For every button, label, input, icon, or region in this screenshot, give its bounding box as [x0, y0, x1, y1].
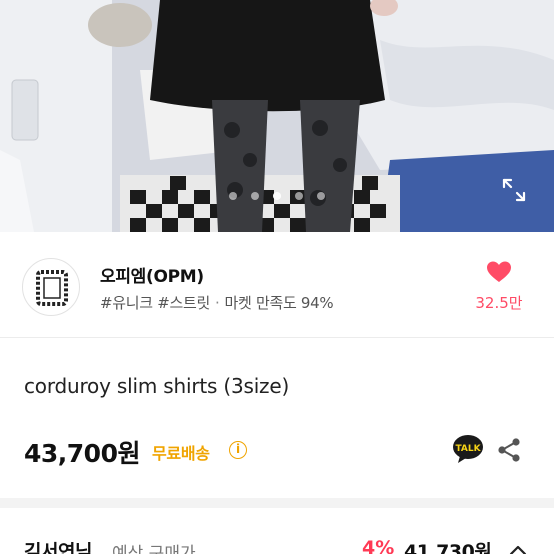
product-title: corduroy slim shirts (3size): [24, 374, 290, 398]
expected-price: 41,730원: [404, 541, 492, 554]
expected-price-label: 예상 구매가: [112, 544, 196, 554]
chevron-up-icon[interactable]: [508, 542, 528, 554]
favorite-button[interactable]: 32.5만: [466, 260, 532, 313]
expand-icon[interactable]: [500, 176, 528, 204]
discount-rate: 4%: [362, 537, 395, 554]
section-divider: [0, 498, 554, 508]
shop-name[interactable]: 오피엠(OPM): [100, 262, 204, 287]
shop-tags: #유니크 #스트릿 · 마켓 만족도 94%: [100, 292, 334, 313]
carousel-dot[interactable]: [295, 192, 303, 200]
carousel-dot[interactable]: [251, 192, 259, 200]
product-photo[interactable]: [0, 0, 554, 232]
share-icon[interactable]: [496, 437, 522, 463]
carousel-dot-active[interactable]: [273, 192, 281, 200]
shop-tag[interactable]: #유니크: [100, 294, 153, 312]
talk-icon[interactable]: TALK: [452, 434, 484, 464]
expected-price-row[interactable]: 김서연님 예상 구매가 4% 41,730원: [0, 508, 554, 554]
carousel-indicator: [0, 192, 554, 200]
shop-tag[interactable]: #스트릿: [157, 294, 210, 312]
buyer-name: 김서연님: [24, 541, 92, 554]
favorite-count: 32.5만: [475, 294, 523, 312]
product-price: 43,700원: [24, 439, 140, 468]
info-icon[interactable]: i: [229, 441, 247, 459]
carousel-dot[interactable]: [317, 192, 325, 200]
talk-label: TALK: [455, 444, 481, 454]
market-satisfaction: 마켓 만족도 94%: [224, 294, 334, 312]
carousel-dot[interactable]: [229, 192, 237, 200]
free-shipping-label: 무료배송: [152, 444, 210, 463]
shop-logo-icon[interactable]: [22, 258, 80, 316]
heart-icon: [486, 261, 512, 288]
tag-separator: ·: [215, 294, 220, 312]
shop-info[interactable]: 오피엠(OPM) #유니크 #스트릿 · 마켓 만족도 94% 32.5만: [0, 232, 554, 338]
